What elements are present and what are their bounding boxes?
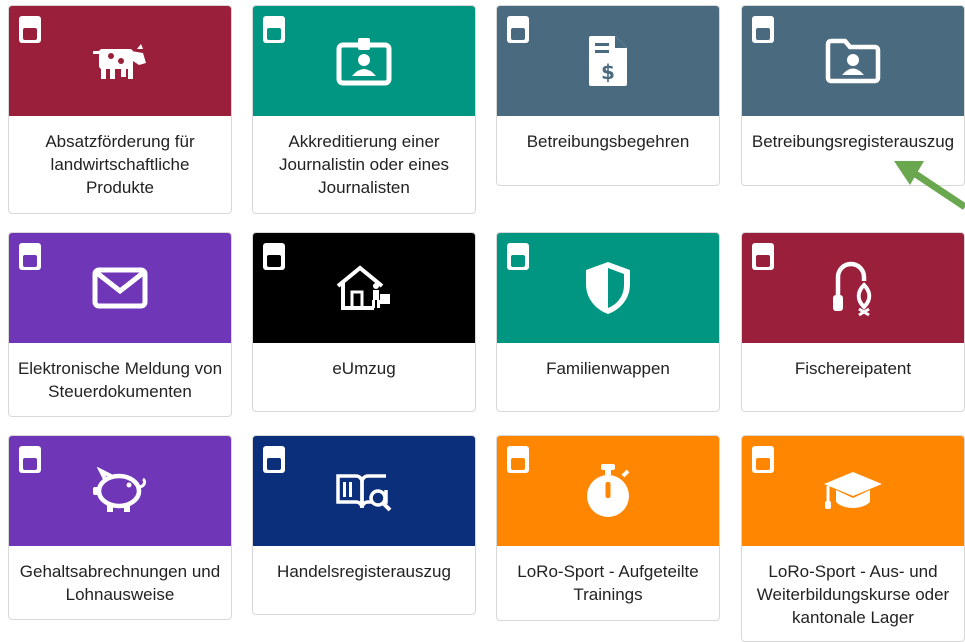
card-header <box>742 6 964 116</box>
envelope-icon <box>92 267 148 309</box>
card-header <box>497 436 719 546</box>
lock-icon <box>507 243 529 270</box>
card-label: Akkreditierung einer Journalistin oder e… <box>278 132 450 197</box>
house-move-icon <box>334 264 394 312</box>
service-card-betreibungsbegehren[interactable]: $ Betreibungsbegehren <box>496 5 720 186</box>
lock-icon <box>752 446 774 473</box>
card-label: eUmzug <box>332 359 396 378</box>
service-card-akkreditierung[interactable]: Akkreditierung einer Journalistin oder e… <box>252 5 476 214</box>
fishing-hook-icon <box>828 259 878 317</box>
card-header <box>253 436 475 546</box>
lock-icon <box>507 16 529 43</box>
lock-icon <box>19 446 41 473</box>
book-search-icon <box>334 468 394 514</box>
service-card-handelsregisterauszug[interactable]: Handelsregisterauszug <box>252 435 476 615</box>
cow-icon <box>91 41 149 81</box>
card-label: LoRo-Sport - Aufgeteilte Trainings <box>517 562 699 604</box>
card-label: Betreibungsbegehren <box>526 132 690 151</box>
card-header <box>9 436 231 546</box>
lock-icon <box>752 243 774 270</box>
service-card-eumzug[interactable]: eUmzug <box>252 232 476 412</box>
service-card-elektronische-meldung[interactable]: Elektronische Meldung von Steuerdokument… <box>8 232 232 417</box>
id-badge-icon <box>336 36 392 86</box>
card-header <box>253 6 475 116</box>
card-header <box>253 233 475 343</box>
shield-icon <box>583 260 633 316</box>
card-label: Betreibungsregisterauszug <box>751 132 955 151</box>
lock-icon <box>263 446 285 473</box>
card-label: Elektronische Meldung von Steuerdokument… <box>17 359 223 401</box>
card-header <box>497 233 719 343</box>
service-card-loro-sport-trainings[interactable]: LoRo-Sport - Aufgeteilte Trainings <box>496 435 720 621</box>
card-label: LoRo-Sport - Aus- und Weiterbildungskurs… <box>756 562 950 627</box>
card-label: Fischereipatent <box>794 359 912 378</box>
card-header <box>742 233 964 343</box>
lock-icon <box>263 243 285 270</box>
stopwatch-icon <box>583 462 633 520</box>
invoice-dollar-icon: $ <box>587 34 629 88</box>
service-card-familienwappen[interactable]: Familienwappen <box>496 232 720 412</box>
graduation-cap-icon <box>822 468 884 514</box>
service-card-fischereipatent[interactable]: Fischereipatent <box>741 232 965 412</box>
folder-user-icon <box>825 38 881 84</box>
lock-icon <box>19 16 41 43</box>
card-label: Handelsregisterauszug <box>277 562 451 581</box>
service-card-gehaltsabrechnungen[interactable]: Gehaltsabrechnungen und Lohnausweise <box>8 435 232 620</box>
lock-icon <box>19 243 41 270</box>
arrow-pointer-icon <box>894 161 965 210</box>
piggy-bank-icon <box>91 467 149 515</box>
lock-icon <box>263 16 285 43</box>
svg-text:$: $ <box>601 60 615 84</box>
service-card-absatzfoerderung[interactable]: Absatzförderung für landwirtschaftliche … <box>8 5 232 214</box>
card-header <box>9 233 231 343</box>
card-label: Familienwappen <box>546 359 670 378</box>
lock-icon <box>507 446 529 473</box>
card-label: Absatzförderung für landwirtschaftliche … <box>45 132 195 197</box>
card-header: $ <box>497 6 719 116</box>
service-card-loro-sport-kurse[interactable]: LoRo-Sport - Aus- und Weiterbildungskurs… <box>741 435 965 642</box>
card-header <box>9 6 231 116</box>
lock-icon <box>752 16 774 43</box>
card-header <box>742 436 964 546</box>
card-label: Gehaltsabrechnungen und Lohnausweise <box>19 562 221 604</box>
